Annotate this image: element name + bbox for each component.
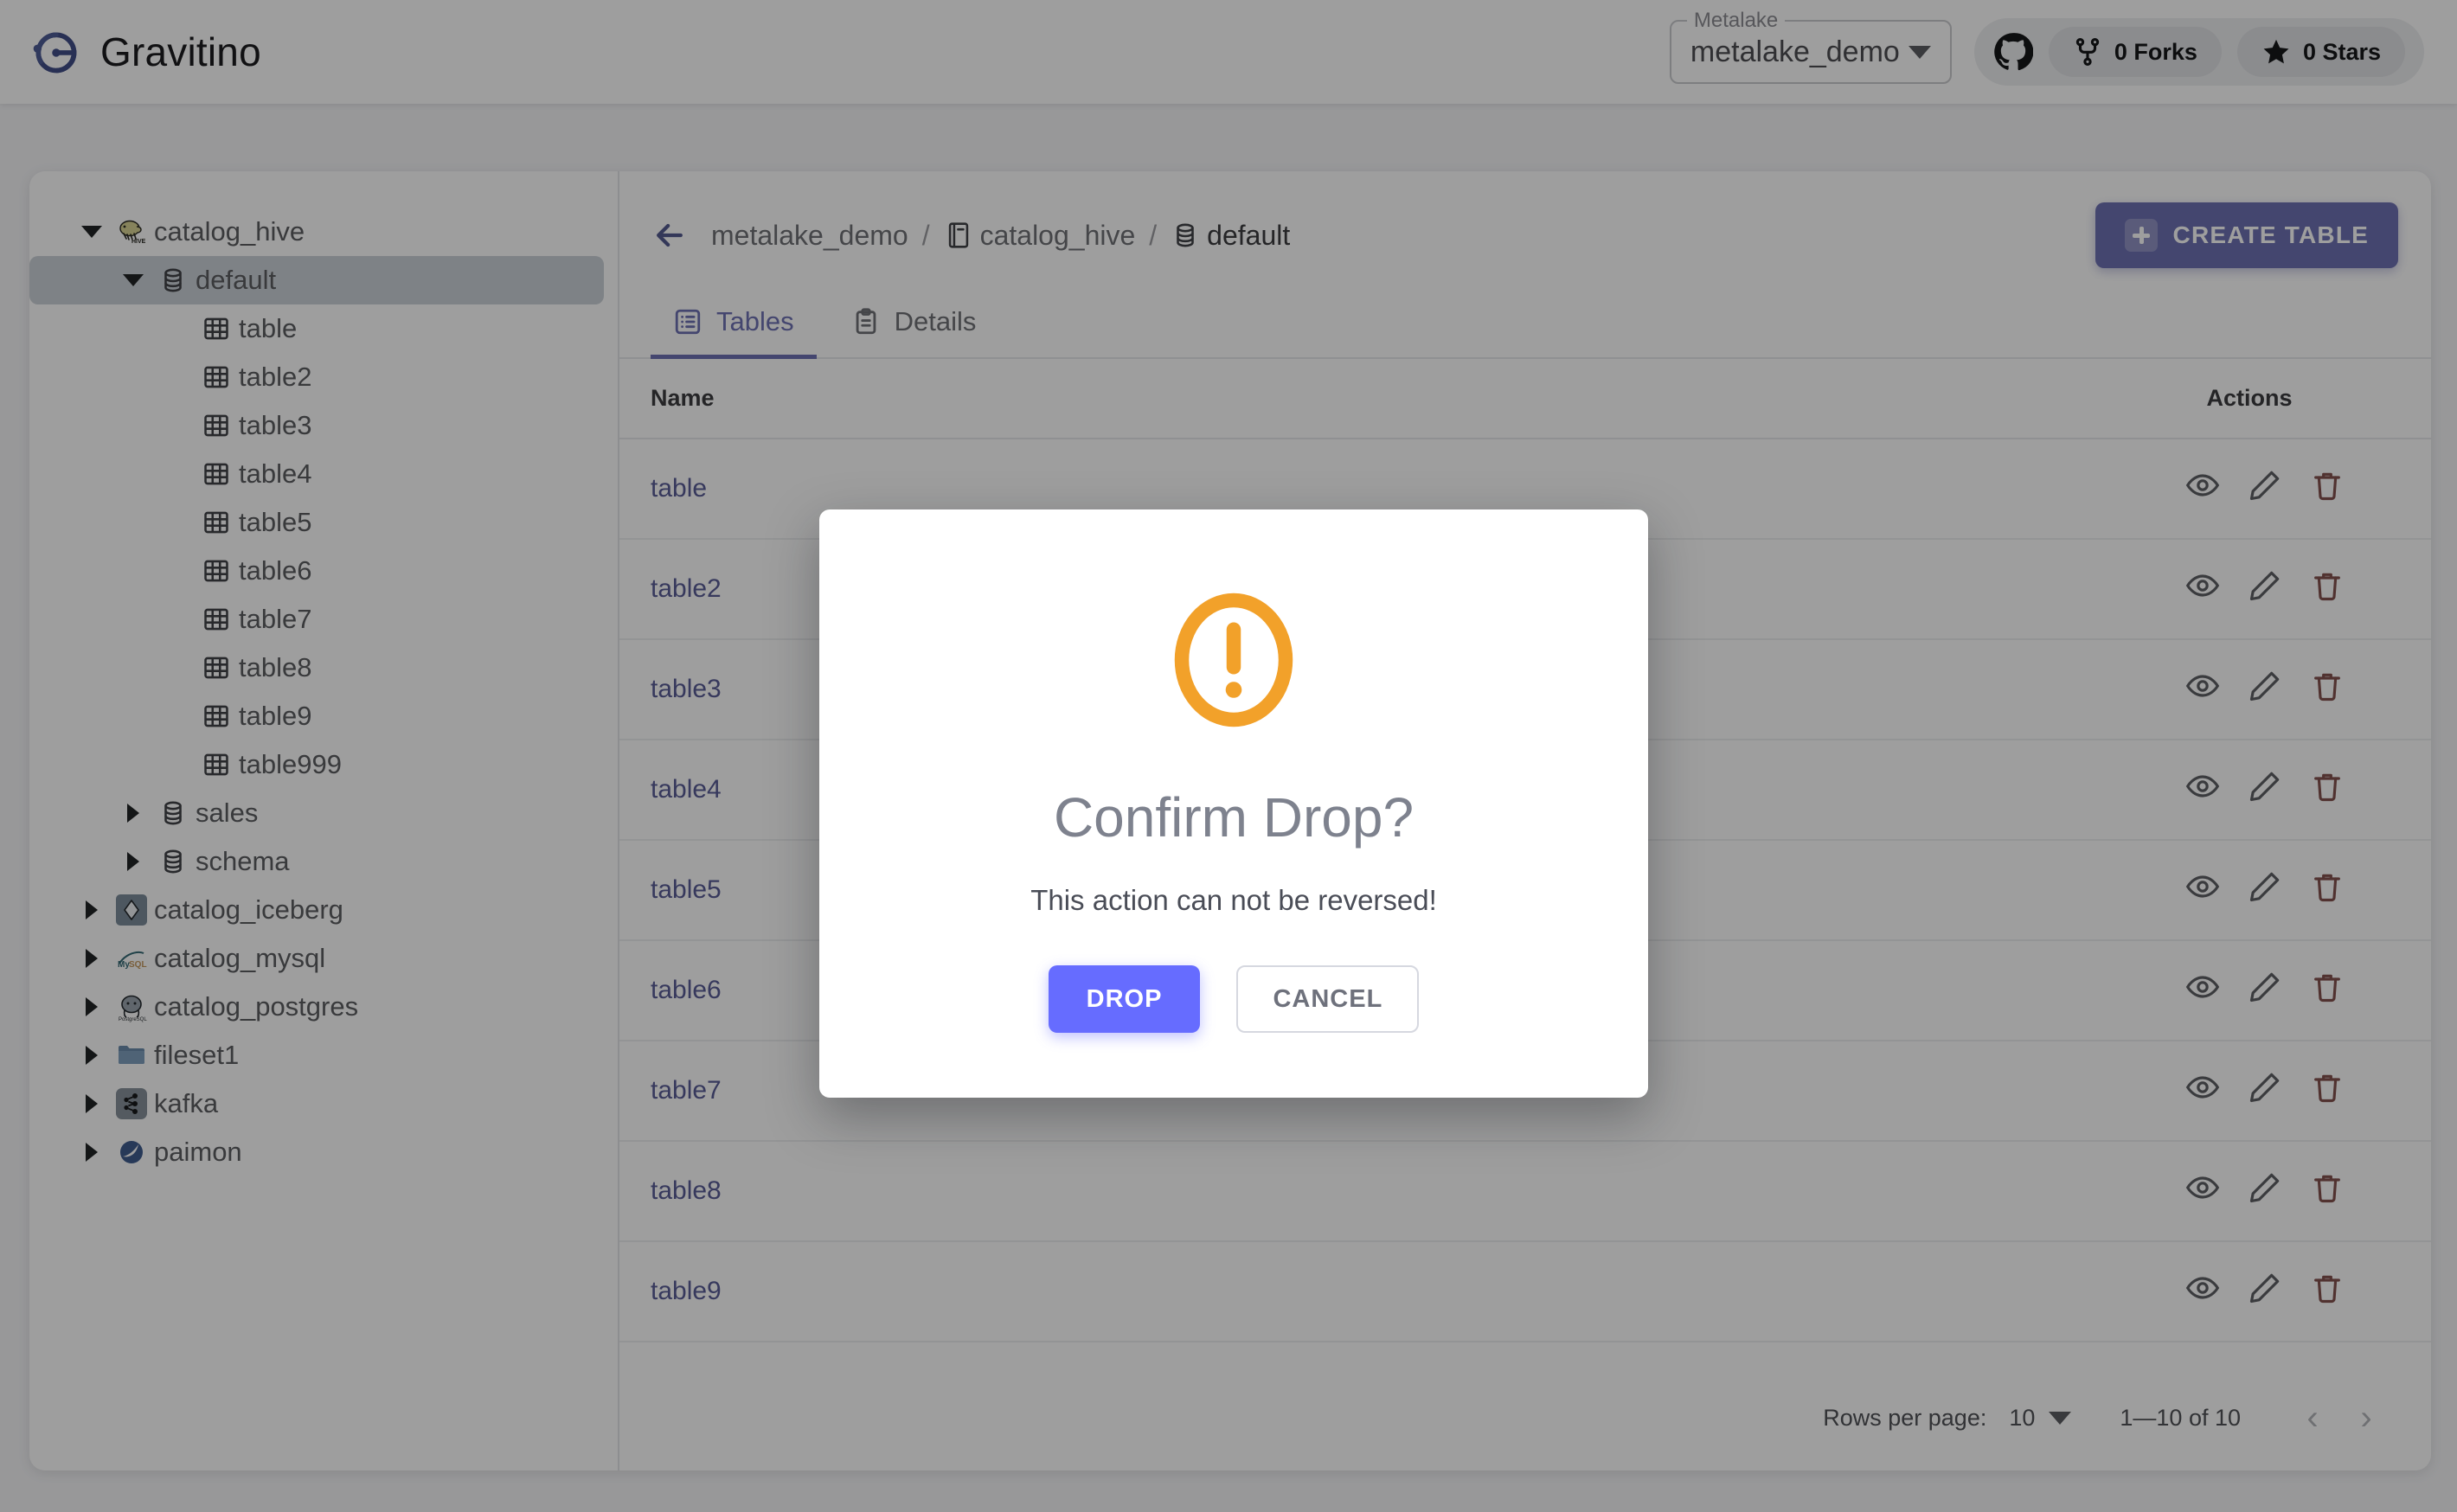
dialog-title: Confirm Drop? xyxy=(1053,786,1415,849)
exclamation-circle-icon xyxy=(1169,587,1299,737)
drop-button[interactable]: DROP xyxy=(1048,965,1201,1033)
dialog-message: This action can not be reversed! xyxy=(1030,884,1437,916)
dialog-actions: DROP CANCEL xyxy=(1048,965,1420,1033)
confirm-drop-dialog: Confirm Drop? This action can not be rev… xyxy=(819,509,1648,1098)
cancel-button[interactable]: CANCEL xyxy=(1236,965,1420,1033)
